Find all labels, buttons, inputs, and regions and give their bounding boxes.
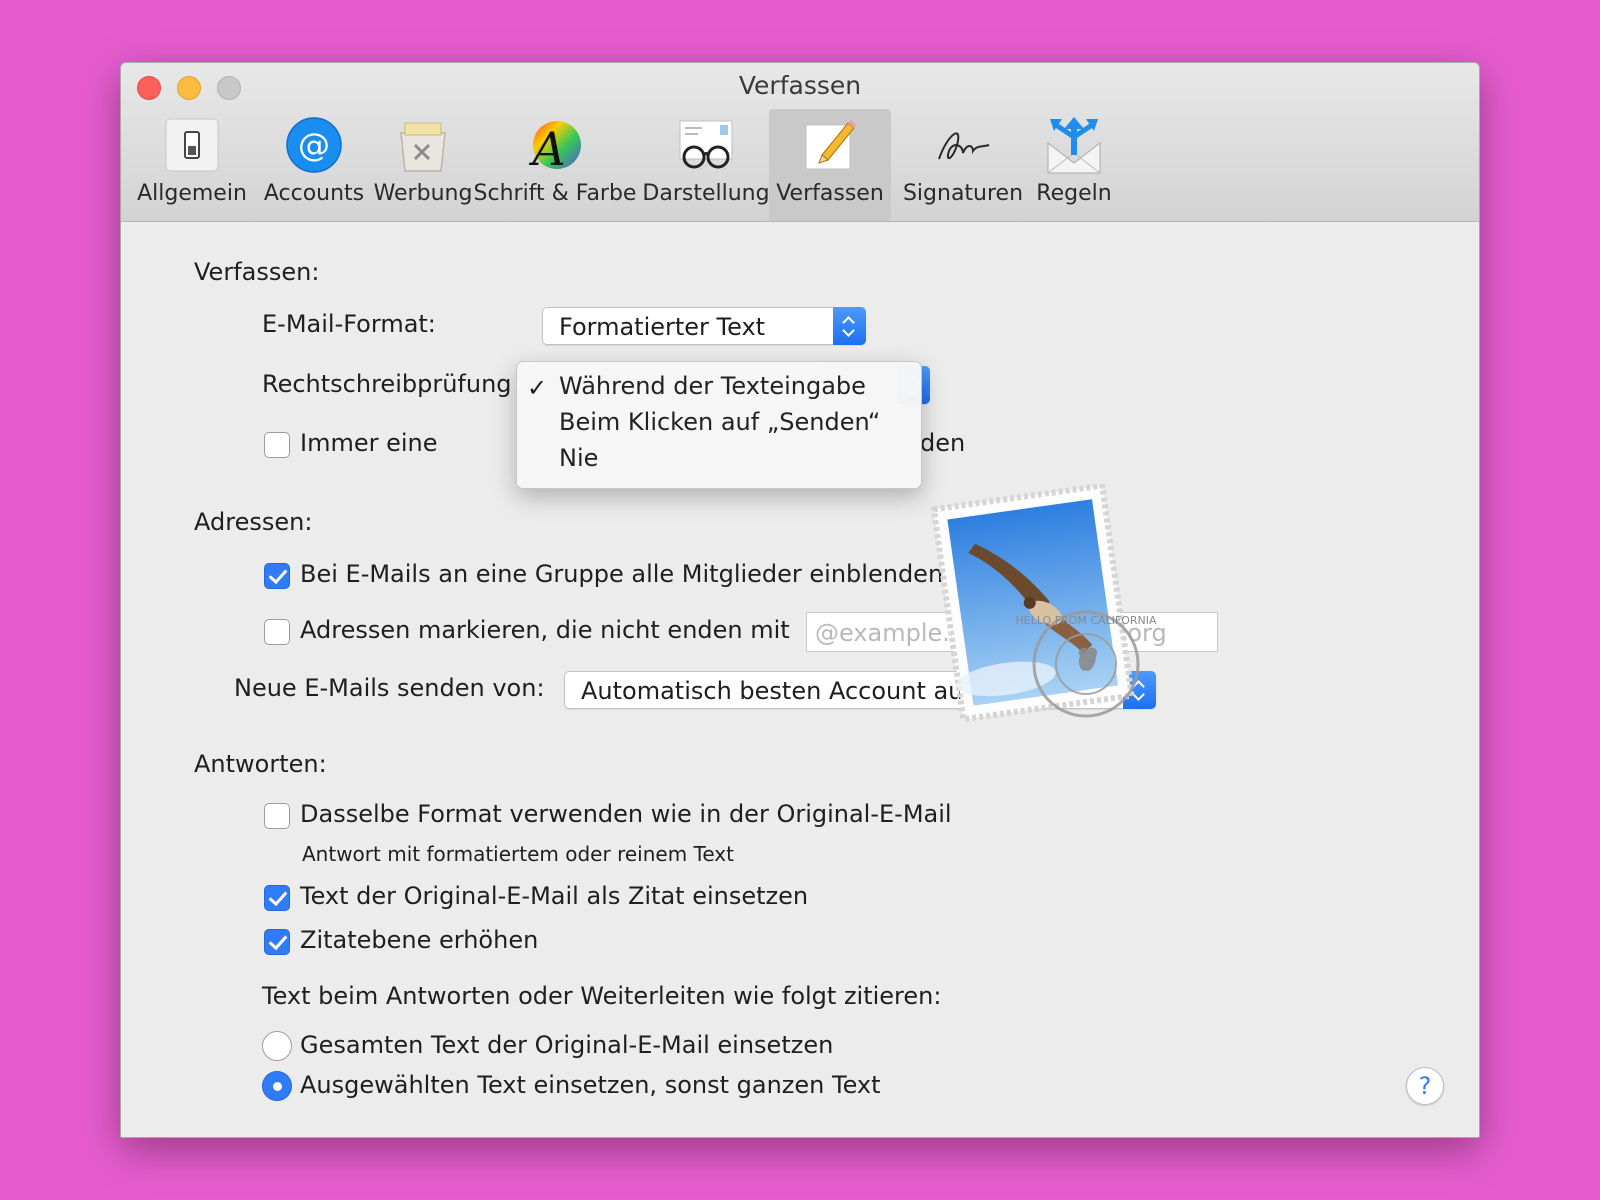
email-format-label: E-Mail-Format: [262,310,436,338]
same-format-checkbox[interactable] [264,803,290,829]
spellcheck-label: Rechtschreibprüfung [262,370,512,398]
tab-regeln[interactable]: Regeln [1029,109,1119,221]
tab-schrift-farbe[interactable]: A Schrift & Farbe [471,109,639,221]
switch-icon [165,118,219,172]
email-format-value: Formatierter Text [559,313,766,341]
replies-heading: Antworten: [194,750,327,778]
mark-addresses-label: Adressen markieren, die nicht enden mit [300,616,790,644]
same-format-hint: Antwort mit formatiertem oder reinem Tex… [302,842,734,866]
email-format-select[interactable]: Formatierter Text [542,307,866,345]
quote-original-label: Text der Original-E-Mail als Zitat einse… [300,882,809,910]
window-title: Verfassen [738,71,862,100]
checkmark-icon: ✓ [527,374,548,402]
quote-all-radio[interactable] [262,1031,292,1061]
quote-selected-radio[interactable] [262,1071,292,1101]
tab-label: Accounts [263,181,365,206]
show-group-members-checkbox[interactable] [264,563,290,589]
tab-label: Regeln [1036,181,1112,206]
help-button[interactable]: ? [1406,1067,1444,1105]
always-checkbox[interactable] [264,432,290,458]
tab-signaturen[interactable]: Signaturen [891,109,1035,221]
spellcheck-menu: ✓ Während der Texteingabe Beim Klicken a… [516,361,922,489]
rules-icon [1047,117,1101,174]
send-from-label: Neue E-Mails senden von: [234,674,545,702]
increase-quote-checkbox[interactable] [264,929,290,955]
junk-bin-icon [400,122,446,172]
menu-item-on-send[interactable]: Beim Klicken auf „Senden“ [559,408,880,436]
addresses-heading: Adressen: [194,508,313,536]
always-label-start: Immer eine [300,429,438,457]
toolbar: Verfassen Allgemein @ Accounts Werbung A… [121,63,1479,222]
quote-original-checkbox[interactable] [264,885,290,911]
signature-icon [938,132,990,160]
tab-label: Schrift & Farbe [473,181,637,206]
compose-icon [805,120,856,170]
tab-accounts[interactable]: @ Accounts [253,109,375,221]
menu-item-never[interactable]: Nie [559,444,598,472]
font-color-icon: A [528,121,581,175]
tab-label: Verfassen [776,181,884,206]
tab-darstellung[interactable]: Darstellung [641,109,771,221]
always-label-end: den [920,429,966,457]
same-format-label: Dasselbe Format verwenden wie in der Ori… [300,800,952,828]
quote-selected-label: Ausgewählten Text einsetzen, sonst ganze… [300,1071,881,1099]
mail-stamp-icon: HELLO FROM CALIFORNIA [930,484,1157,723]
tab-label: Allgemein [137,181,247,206]
tab-label: Werbung [373,181,473,206]
preferences-window: Verfassen Allgemein @ Accounts Werbung A… [120,62,1480,1138]
tab-allgemein[interactable]: Allgemein [127,109,257,221]
chevron-updown-icon [833,307,866,345]
increase-quote-label: Zitatebene erhöhen [300,926,539,954]
svg-text:@: @ [298,126,330,164]
quote-mode-heading: Text beim Antworten oder Weiterleiten wi… [262,982,942,1010]
svg-text:A: A [528,122,565,175]
at-icon: @ [286,117,342,173]
tab-werbung[interactable]: Werbung [371,109,475,221]
show-group-members-label: Bei E-Mails an eine Gruppe alle Mitglied… [300,560,944,588]
tab-label: Darstellung [642,181,770,206]
stamp-text: HELLO FROM CALIFORNIA [1015,614,1157,627]
menu-item-while-typing[interactable]: Während der Texteingabe [559,372,866,400]
tab-verfassen[interactable]: Verfassen [769,109,891,221]
compose-heading: Verfassen: [194,258,320,286]
quote-all-label: Gesamten Text der Original-E-Mail einset… [300,1031,834,1059]
glasses-icon [679,120,733,169]
tab-label: Signaturen [902,181,1024,206]
mark-addresses-checkbox[interactable] [264,619,290,645]
